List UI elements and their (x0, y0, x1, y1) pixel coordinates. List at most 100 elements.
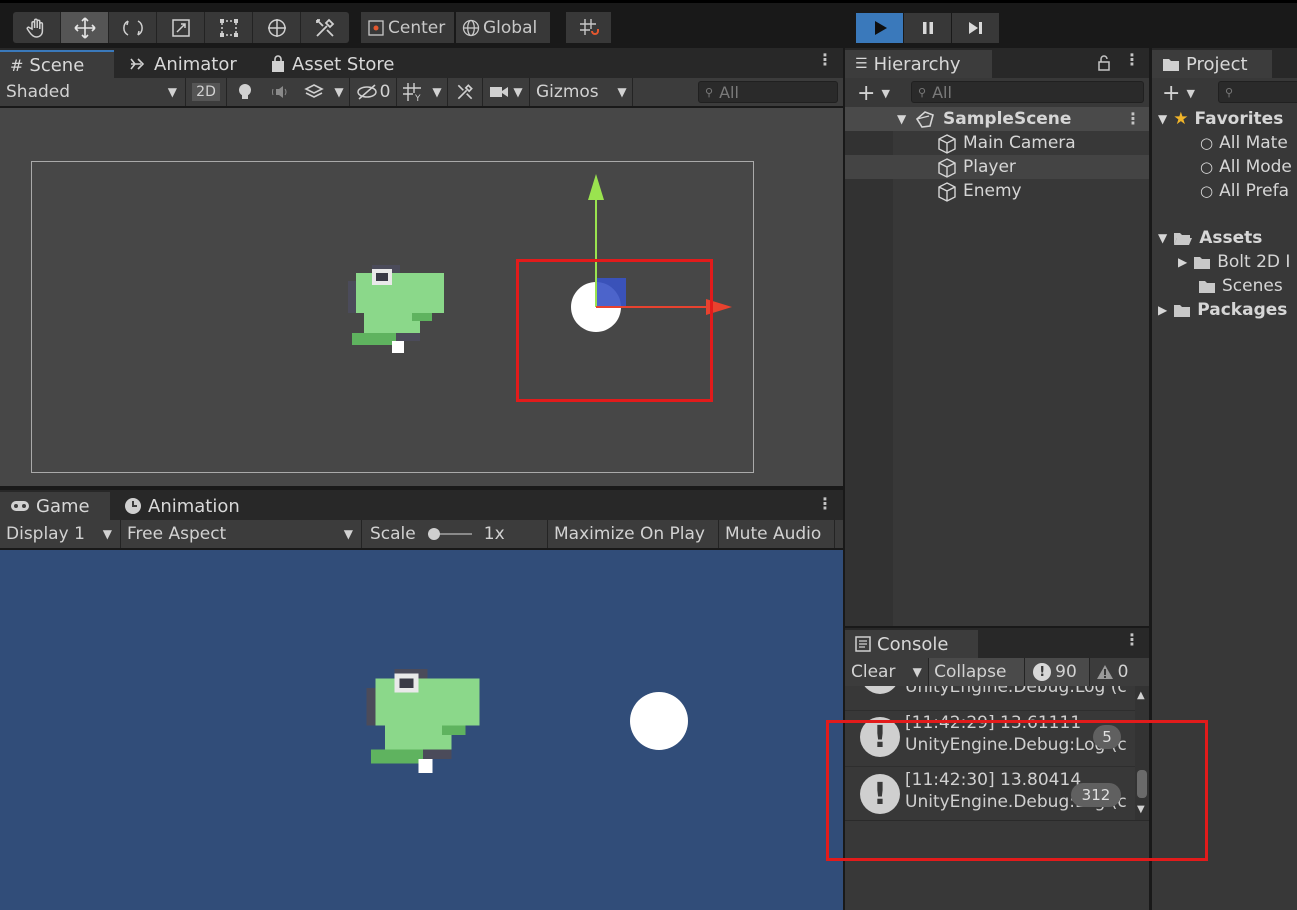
scale-control: Scale 1x (362, 524, 547, 544)
game-viewport[interactable] (0, 550, 843, 910)
transform-tools (13, 12, 349, 43)
move-tool-button[interactable] (61, 12, 109, 43)
hidden-objects-toggle[interactable]: 0 (350, 82, 396, 102)
gizmos-dropdown[interactable]: ▼ (612, 85, 632, 99)
effects-dropdown[interactable]: ▼ (329, 85, 349, 99)
tab-game[interactable]: Game (0, 492, 110, 520)
rect-tool-button[interactable] (205, 12, 253, 43)
scale-tool-button[interactable] (157, 12, 205, 43)
camera-settings-button[interactable]: ▼ (483, 85, 529, 99)
display-dropdown[interactable]: Display 1 ▼ (0, 524, 120, 544)
grid-toggle[interactable]: Y (397, 82, 427, 102)
favorite-label: All Mate (1219, 133, 1288, 153)
mute-audio-toggle[interactable]: Mute Audio (719, 524, 834, 544)
clear-button[interactable]: Clear (845, 662, 906, 682)
tab-scene[interactable]: # Scene (0, 50, 114, 78)
log-entry[interactable]: ! [11:42:30] 13.80414 UnityEngine.Debug:… (845, 766, 1135, 820)
scene-row-menu-icon[interactable]: ⋮ (1125, 109, 1141, 128)
effects-toggle[interactable] (299, 83, 329, 101)
lighting-toggle[interactable] (227, 83, 263, 101)
hierarchy-search-input[interactable]: ⚲ All (911, 81, 1144, 103)
pivot-center-icon (368, 19, 384, 36)
scene-viewport[interactable] (0, 108, 843, 486)
exclamation-icon: ! (860, 774, 900, 814)
console-log-list: UnityEngine.Debug:Log (c ! [11:42:29] 13… (845, 686, 1135, 820)
log-entry[interactable]: UnityEngine.Debug:Log (c (845, 686, 1135, 700)
rotate-tool-button[interactable] (109, 12, 157, 43)
grid-dropdown[interactable]: ▼ (427, 85, 447, 99)
search-icon: ○ (1200, 158, 1214, 176)
log-entry[interactable]: ! [11:42:29] 13.61111 UnityEngine.Debug:… (845, 710, 1135, 766)
eye-slash-icon (356, 84, 377, 100)
chevron-down-icon: ▼ (432, 85, 442, 99)
tab-animation[interactable]: Animation (114, 492, 250, 520)
hierarchy-item-enemy[interactable]: Enemy (845, 179, 1149, 203)
tab-asset-store[interactable]: Asset Store (260, 50, 405, 78)
error-filter-toggle[interactable]: 0 (1090, 662, 1149, 682)
hierarchy-create-button[interactable]: + ▼ (857, 81, 890, 106)
console-scrollbar[interactable]: ▲ ▼ (1135, 686, 1149, 820)
log-line-1: [11:42:30] 13.80414 (905, 770, 1082, 790)
player-sprite[interactable] (348, 265, 444, 353)
tab-project[interactable]: Project (1152, 50, 1272, 78)
scale-slider[interactable] (427, 528, 472, 540)
project-create-button[interactable]: + ▼ (1162, 81, 1195, 106)
audio-toggle[interactable] (263, 85, 299, 99)
gamepad-icon (11, 501, 29, 511)
aspect-dropdown[interactable]: Free Aspect ▼ (121, 524, 361, 544)
scroll-down-icon: ▼ (1137, 804, 1145, 815)
game-menu-icon[interactable]: ⋮ (817, 494, 833, 513)
2d-mode-toggle[interactable]: 2D (186, 83, 226, 101)
hierarchy-menu-icon[interactable]: ⋮ (1124, 50, 1140, 69)
hand-tool-button[interactable] (13, 12, 61, 43)
asset-folder-item[interactable]: ▶ Bolt 2D I (1178, 250, 1290, 274)
clock-icon (125, 498, 141, 514)
tab-animator[interactable]: Animator (120, 50, 247, 78)
scene-search-input[interactable]: ⚲ All (698, 81, 838, 103)
log-line-2: UnityEngine.Debug:Log (c (905, 686, 1127, 697)
pivot-mode-button[interactable]: Center (361, 12, 454, 43)
hierarchy-item-player[interactable]: Player (845, 155, 1149, 179)
tab-hierarchy[interactable]: ☰ Hierarchy (845, 50, 992, 78)
chevron-down-icon: ▼ (167, 85, 177, 99)
pause-button[interactable] (904, 13, 951, 43)
transform-tool-button[interactable] (253, 12, 301, 43)
scene-root-row[interactable]: ▼ SampleScene ⋮ (845, 107, 1149, 131)
tab-asset-store-label: Asset Store (292, 53, 395, 75)
tools-icon (316, 18, 335, 37)
shading-mode-dropdown[interactable]: Shaded ▼ (0, 82, 185, 102)
asset-folder-item[interactable]: Scenes (1198, 274, 1283, 298)
folder-icon (1163, 58, 1179, 71)
scrollbar-thumb[interactable] (1137, 770, 1147, 798)
search-icon: ○ (1200, 182, 1214, 200)
play-button[interactable] (856, 13, 903, 43)
console-menu-icon[interactable]: ⋮ (1124, 630, 1140, 649)
gizmos-button[interactable]: Gizmos (530, 82, 612, 102)
favorites-section[interactable]: ▼ ★ Favorites (1158, 107, 1283, 131)
list-icon: ☰ (855, 56, 868, 72)
grid-snapping-button[interactable] (566, 12, 611, 43)
assets-folder[interactable]: ▼ Assets (1158, 226, 1262, 250)
scene-menu-icon[interactable]: ⋮ (817, 50, 833, 69)
favorite-item[interactable]: ○ All Mode (1200, 155, 1292, 179)
tab-console[interactable]: Console (845, 630, 978, 658)
lock-icon[interactable] (1097, 55, 1111, 71)
clear-options-dropdown[interactable]: ▼ (906, 665, 928, 679)
collapse-toggle[interactable]: Collapse (929, 658, 1025, 686)
asset-folder-label: Scenes (1222, 276, 1283, 296)
pivot-space-button[interactable]: Global (456, 12, 550, 43)
step-button[interactable] (952, 13, 999, 43)
scene-tools-button[interactable] (448, 82, 482, 102)
hierarchy-item-main-camera[interactable]: Main Camera (845, 131, 1149, 155)
layers-icon (304, 84, 324, 98)
favorite-item[interactable]: ○ All Prefa (1200, 179, 1289, 203)
custom-tool-button[interactable] (301, 12, 349, 43)
warning-filter-toggle[interactable]: ! 90 (1025, 658, 1089, 686)
maximize-on-play-toggle[interactable]: Maximize On Play (548, 524, 718, 544)
project-search-input[interactable]: ⚲ (1218, 81, 1297, 103)
player-sprite (366, 669, 480, 773)
move-gizmo[interactable] (580, 168, 740, 338)
favorite-item[interactable]: ○ All Mate (1200, 131, 1288, 155)
grid-icon: # (10, 55, 24, 75)
packages-folder[interactable]: ▶ Packages (1158, 298, 1287, 322)
